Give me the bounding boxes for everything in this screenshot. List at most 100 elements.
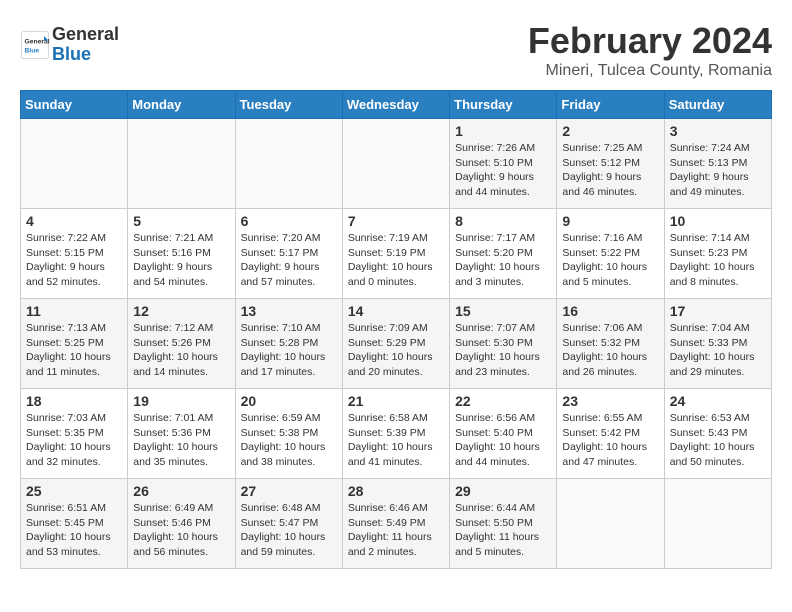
day-number: 4	[26, 213, 122, 229]
calendar-cell: 27Sunrise: 6:48 AMSunset: 5:47 PMDayligh…	[235, 479, 342, 569]
calendar-cell: 15Sunrise: 7:07 AMSunset: 5:30 PMDayligh…	[450, 299, 557, 389]
calendar-cell	[342, 119, 449, 209]
calendar-cell: 29 Sunrise: 6:44 AMSunset: 5:50 PMDayligh…	[450, 479, 557, 569]
calendar-cell	[664, 479, 771, 569]
day-number: 28	[348, 483, 444, 499]
calendar-cell	[21, 119, 128, 209]
calendar-title: February 2024	[528, 20, 772, 62]
calendar-cell: 16 Sunrise: 7:06 AMSunset: 5:32 PMDayligh…	[557, 299, 664, 389]
day-info: Sunrise: 6:51 AMSunset: 5:45 PMDaylight:…	[26, 501, 122, 560]
weekday-header-friday: Friday	[557, 91, 664, 119]
day-info: Sunrise: 7:01 AMSunset: 5:36 PMDaylight:…	[133, 411, 229, 470]
day-number: 21	[348, 393, 444, 409]
calendar-cell: 26 Sunrise: 6:49 AMSunset: 5:46 PMDayligh…	[128, 479, 235, 569]
day-number: 29	[455, 483, 551, 499]
calendar-header: SundayMondayTuesdayWednesdayThursdayFrid…	[21, 91, 772, 119]
day-info: Sunrise: 7:04 AMSunset: 5:33 PMDaylight:…	[670, 321, 766, 380]
weekday-header-wednesday: Wednesday	[342, 91, 449, 119]
calendar-cell	[557, 479, 664, 569]
day-info: Sunrise: 7:24 AMSunset: 5:13 PMDaylight:…	[670, 141, 766, 200]
calendar-cell: 6Sunrise: 7:20 AMSunset: 5:17 PMDaylight…	[235, 209, 342, 299]
day-number: 19	[133, 393, 229, 409]
day-number: 10	[670, 213, 766, 229]
calendar-week-row: 4 Sunrise: 7:22 AMSunset: 5:15 PMDaylight…	[21, 209, 772, 299]
weekday-header-monday: Monday	[128, 91, 235, 119]
day-number: 27	[241, 483, 337, 499]
day-info: Sunrise: 6:46 AMSunset: 5:49 PMDaylight:…	[348, 501, 444, 560]
calendar-cell: 10 Sunrise: 7:14 AMSunset: 5:23 PMDayligh…	[664, 209, 771, 299]
calendar-cell: 23 Sunrise: 6:55 AMSunset: 5:42 PMDayligh…	[557, 389, 664, 479]
title-section: February 2024 Mineri, Tulcea County, Rom…	[528, 20, 772, 80]
calendar-week-row: 1 Sunrise: 7:26 AMSunset: 5:10 PMDaylight…	[21, 119, 772, 209]
day-info: Sunrise: 6:53 AMSunset: 5:43 PMDaylight:…	[670, 411, 766, 470]
calendar-cell: 12 Sunrise: 7:12 AMSunset: 5:26 PMDayligh…	[128, 299, 235, 389]
weekday-header-row: SundayMondayTuesdayWednesdayThursdayFrid…	[21, 91, 772, 119]
day-info: Sunrise: 7:20 AMSunset: 5:17 PMDaylight:…	[241, 231, 337, 290]
svg-text:Blue: Blue	[25, 47, 40, 54]
calendar-cell: 11Sunrise: 7:13 AMSunset: 5:25 PMDayligh…	[21, 299, 128, 389]
day-number: 1	[455, 123, 551, 139]
calendar-body: 1 Sunrise: 7:26 AMSunset: 5:10 PMDaylight…	[21, 119, 772, 569]
day-info: Sunrise: 6:55 AMSunset: 5:42 PMDaylight:…	[562, 411, 658, 470]
calendar-cell: 7 Sunrise: 7:19 AMSunset: 5:19 PMDaylight…	[342, 209, 449, 299]
day-info: Sunrise: 6:44 AMSunset: 5:50 PMDaylight:…	[455, 501, 551, 560]
calendar-cell: 8Sunrise: 7:17 AMSunset: 5:20 PMDaylight…	[450, 209, 557, 299]
day-number: 26	[133, 483, 229, 499]
day-info: Sunrise: 6:56 AMSunset: 5:40 PMDaylight:…	[455, 411, 551, 470]
logo-icon: General Blue	[20, 30, 50, 60]
day-number: 2	[562, 123, 658, 139]
calendar-cell: 25 Sunrise: 6:51 AMSunset: 5:45 PMDayligh…	[21, 479, 128, 569]
day-info: Sunrise: 7:03 AMSunset: 5:35 PMDaylight:…	[26, 411, 122, 470]
day-info: Sunrise: 7:26 AMSunset: 5:10 PMDaylight:…	[455, 141, 551, 200]
day-number: 7	[348, 213, 444, 229]
day-number: 18	[26, 393, 122, 409]
calendar-cell	[128, 119, 235, 209]
day-number: 17	[670, 303, 766, 319]
weekday-header-thursday: Thursday	[450, 91, 557, 119]
day-number: 14	[348, 303, 444, 319]
calendar-cell: 18 Sunrise: 7:03 AMSunset: 5:35 PMDayligh…	[21, 389, 128, 479]
calendar-cell: 2 Sunrise: 7:25 AMSunset: 5:12 PMDaylight…	[557, 119, 664, 209]
calendar-week-row: 18 Sunrise: 7:03 AMSunset: 5:35 PMDayligh…	[21, 389, 772, 479]
logo-text: General Blue	[52, 25, 119, 65]
day-number: 13	[241, 303, 337, 319]
day-number: 23	[562, 393, 658, 409]
day-info: Sunrise: 6:58 AMSunset: 5:39 PMDaylight:…	[348, 411, 444, 470]
calendar-week-row: 25 Sunrise: 6:51 AMSunset: 5:45 PMDayligh…	[21, 479, 772, 569]
day-number: 11	[26, 303, 122, 319]
day-info: Sunrise: 7:19 AMSunset: 5:19 PMDaylight:…	[348, 231, 444, 290]
day-number: 25	[26, 483, 122, 499]
calendar-cell: 19 Sunrise: 7:01 AMSunset: 5:36 PMDayligh…	[128, 389, 235, 479]
day-info: Sunrise: 7:17 AMSunset: 5:20 PMDaylight:…	[455, 231, 551, 290]
day-info: Sunrise: 7:21 AMSunset: 5:16 PMDaylight:…	[133, 231, 229, 290]
day-info: Sunrise: 7:22 AMSunset: 5:15 PMDaylight:…	[26, 231, 122, 290]
calendar-cell: 13Sunrise: 7:10 AMSunset: 5:28 PMDayligh…	[235, 299, 342, 389]
calendar-cell: 17 Sunrise: 7:04 AMSunset: 5:33 PMDayligh…	[664, 299, 771, 389]
day-number: 16	[562, 303, 658, 319]
calendar-week-row: 11Sunrise: 7:13 AMSunset: 5:25 PMDayligh…	[21, 299, 772, 389]
calendar-cell: 21 Sunrise: 6:58 AMSunset: 5:39 PMDayligh…	[342, 389, 449, 479]
calendar-cell: 22Sunrise: 6:56 AMSunset: 5:40 PMDayligh…	[450, 389, 557, 479]
day-info: Sunrise: 6:49 AMSunset: 5:46 PMDaylight:…	[133, 501, 229, 560]
calendar-cell: 28 Sunrise: 6:46 AMSunset: 5:49 PMDayligh…	[342, 479, 449, 569]
day-number: 12	[133, 303, 229, 319]
day-number: 15	[455, 303, 551, 319]
calendar-subtitle: Mineri, Tulcea County, Romania	[528, 62, 772, 80]
day-info: Sunrise: 7:09 AMSunset: 5:29 PMDaylight:…	[348, 321, 444, 380]
day-info: Sunrise: 7:14 AMSunset: 5:23 PMDaylight:…	[670, 231, 766, 290]
calendar-cell: 5Sunrise: 7:21 AMSunset: 5:16 PMDaylight…	[128, 209, 235, 299]
weekday-header-saturday: Saturday	[664, 91, 771, 119]
calendar-cell: 24Sunrise: 6:53 AMSunset: 5:43 PMDayligh…	[664, 389, 771, 479]
calendar-cell	[235, 119, 342, 209]
day-number: 9	[562, 213, 658, 229]
day-info: Sunrise: 7:06 AMSunset: 5:32 PMDaylight:…	[562, 321, 658, 380]
day-info: Sunrise: 7:12 AMSunset: 5:26 PMDaylight:…	[133, 321, 229, 380]
weekday-header-sunday: Sunday	[21, 91, 128, 119]
day-info: Sunrise: 7:25 AMSunset: 5:12 PMDaylight:…	[562, 141, 658, 200]
logo: General Blue General Blue	[20, 25, 119, 65]
calendar-cell: 20Sunrise: 6:59 AMSunset: 5:38 PMDayligh…	[235, 389, 342, 479]
logo-blue-text: Blue	[52, 45, 119, 65]
day-info: Sunrise: 7:16 AMSunset: 5:22 PMDaylight:…	[562, 231, 658, 290]
calendar-cell: 1 Sunrise: 7:26 AMSunset: 5:10 PMDaylight…	[450, 119, 557, 209]
calendar-cell: 4 Sunrise: 7:22 AMSunset: 5:15 PMDaylight…	[21, 209, 128, 299]
